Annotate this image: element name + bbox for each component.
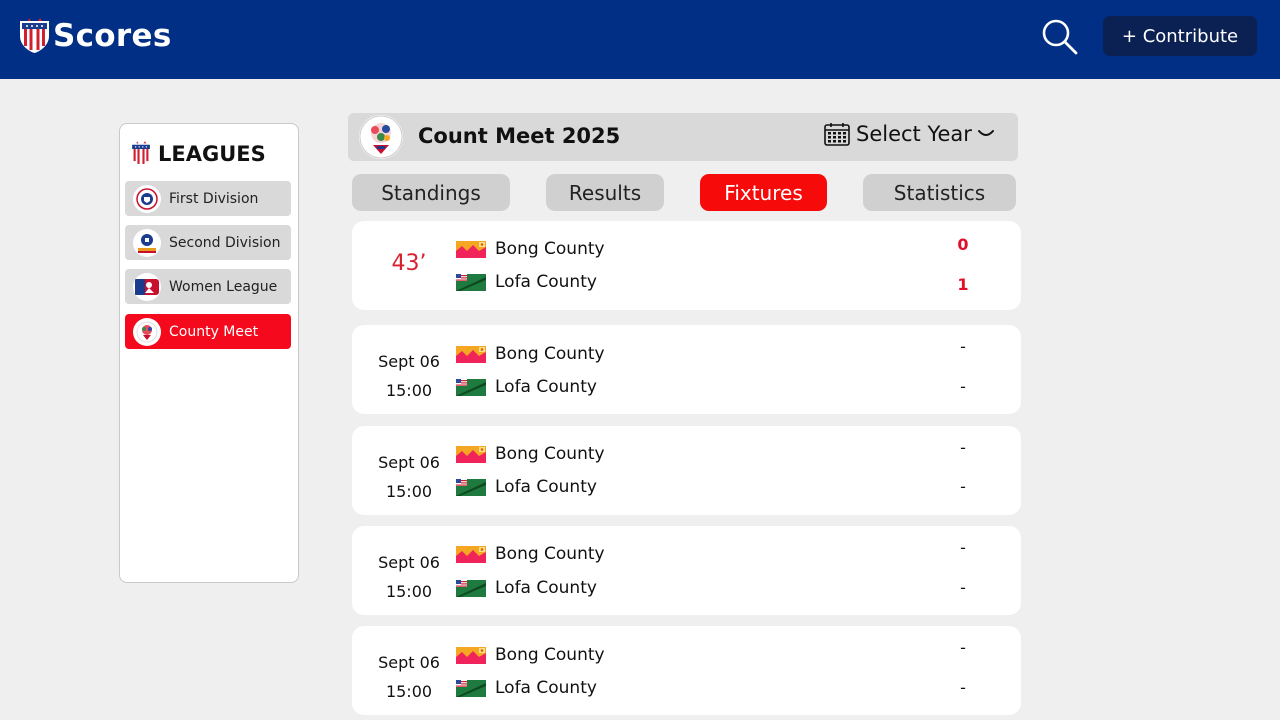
sidebar-item-county-meet[interactable]: County Meet <box>125 314 291 349</box>
bong-county-flag-icon <box>456 241 486 258</box>
brand[interactable]: Scores <box>19 18 172 54</box>
top-nav-bar: Scores + Contribute <box>0 0 1280 79</box>
away-score: - <box>960 377 966 396</box>
tab-fixtures[interactable]: Fixtures <box>700 174 827 211</box>
away-team: Lofa County <box>456 377 597 397</box>
match-live-minute: 43’ <box>391 251 427 276</box>
bong-county-flag-icon <box>456 546 486 563</box>
sidebar-item-label: First Division <box>169 190 259 207</box>
sidebar-header: LEAGUES <box>130 141 266 167</box>
away-score: 1 <box>957 275 969 294</box>
year-select-dropdown[interactable]: Select Year <box>824 122 994 146</box>
sidebar-item-label: County Meet <box>169 323 259 340</box>
calendar-icon <box>824 123 850 146</box>
match-card[interactable]: Sept 06 15:00 Bong County Lofa County - … <box>352 426 1021 515</box>
tab-standings[interactable]: Standings <box>352 174 510 211</box>
year-select-label: Select Year <box>856 122 972 146</box>
away-team: Lofa County <box>456 578 597 598</box>
home-team-name: Bong County <box>495 645 605 665</box>
competition-title: Count Meet 2025 <box>418 124 621 148</box>
sidebar-item-women-league[interactable]: Women League <box>125 269 291 304</box>
first-division-logo-icon <box>133 184 161 213</box>
match-time: 15:00 <box>385 582 433 601</box>
bong-county-flag-icon <box>456 346 486 363</box>
lofa-county-flag-icon <box>456 680 486 697</box>
match-card[interactable]: Sept 06 15:00 Bong County Lofa County - … <box>352 526 1021 615</box>
home-score: - <box>960 638 966 657</box>
sidebar-item-second-division[interactable]: Second Division <box>125 225 291 260</box>
lofa-county-flag-icon <box>456 379 486 396</box>
home-team-name: Bong County <box>495 239 605 259</box>
home-team: Bong County <box>456 544 605 564</box>
home-score: - <box>960 538 966 557</box>
match-time: 15:00 <box>385 381 433 400</box>
away-team: Lofa County <box>456 678 597 698</box>
bong-county-flag-icon <box>456 647 486 664</box>
competition-logo-icon <box>359 115 403 159</box>
home-score: - <box>960 337 966 356</box>
match-date: Sept 06 <box>378 352 440 371</box>
home-team-name: Bong County <box>495 444 605 464</box>
county-meet-logo-icon <box>133 317 161 346</box>
tab-results[interactable]: Results <box>546 174 664 211</box>
match-date: Sept 06 <box>378 653 440 672</box>
away-score: - <box>960 477 966 496</box>
contribute-button[interactable]: + Contribute <box>1103 16 1257 56</box>
home-team: Bong County <box>456 344 605 364</box>
match-card-live[interactable]: 43’ Bong County Lofa County 0 1 <box>352 221 1021 310</box>
bong-county-flag-icon <box>456 446 486 463</box>
away-score: - <box>960 678 966 697</box>
sidebar-item-label: Second Division <box>169 234 281 251</box>
home-score: 0 <box>957 235 969 254</box>
match-time: 15:00 <box>385 482 433 501</box>
shield-logo-icon <box>130 141 152 167</box>
home-score: - <box>960 438 966 457</box>
leagues-sidebar: LEAGUES First Division Second Division W… <box>119 123 299 583</box>
match-datetime: Sept 06 15:00 <box>352 448 466 506</box>
match-card[interactable]: Sept 06 15:00 Bong County Lofa County - … <box>352 325 1021 414</box>
chevron-down-icon <box>977 130 994 136</box>
away-team-name: Lofa County <box>495 678 597 698</box>
away-team-name: Lofa County <box>495 477 597 497</box>
away-team-name: Lofa County <box>495 377 597 397</box>
lofa-county-flag-icon <box>456 580 486 597</box>
home-team: Bong County <box>456 645 605 665</box>
search-icon[interactable] <box>1041 18 1079 56</box>
home-team-name: Bong County <box>495 544 605 564</box>
match-card[interactable]: Sept 06 15:00 Bong County Lofa County - … <box>352 626 1021 715</box>
tab-statistics[interactable]: Statistics <box>863 174 1016 211</box>
lofa-county-flag-icon <box>456 479 486 496</box>
match-datetime: Sept 06 15:00 <box>352 347 466 405</box>
competition-header: Count Meet 2025 Select Year <box>348 113 1018 161</box>
away-score: - <box>960 578 966 597</box>
match-datetime: Sept 06 15:00 <box>352 548 466 606</box>
sidebar-title: LEAGUES <box>158 142 266 166</box>
away-team: Lofa County <box>456 477 597 497</box>
sidebar-item-label: Women League <box>169 278 278 295</box>
away-team-name: Lofa County <box>495 272 597 292</box>
shield-logo-icon <box>19 18 50 54</box>
match-datetime: Sept 06 15:00 <box>352 648 466 706</box>
second-division-logo-icon <box>133 228 161 257</box>
match-time: 15:00 <box>385 682 433 701</box>
home-team: Bong County <box>456 444 605 464</box>
sidebar-item-first-division[interactable]: First Division <box>125 181 291 216</box>
brand-name: Scores <box>53 18 172 54</box>
match-date: Sept 06 <box>378 453 440 472</box>
match-date: Sept 06 <box>378 553 440 572</box>
women-league-logo-icon <box>133 272 161 301</box>
lofa-county-flag-icon <box>456 274 486 291</box>
home-team-name: Bong County <box>495 344 605 364</box>
away-team: Lofa County <box>456 272 597 292</box>
away-team-name: Lofa County <box>495 578 597 598</box>
home-team: Bong County <box>456 239 605 259</box>
